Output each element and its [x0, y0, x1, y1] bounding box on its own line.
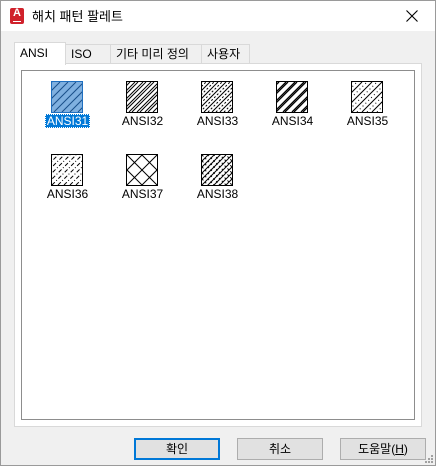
tab-other-predefined[interactable]: 기타 미리 정의 — [110, 44, 202, 63]
pattern-item-ansi32[interactable]: ANSI32 — [105, 77, 180, 137]
pattern-swatch-ansi32 — [126, 81, 158, 113]
title-bar: A 해치 패턴 팔레트 — [1, 1, 435, 31]
pattern-label: ANSI33 — [196, 114, 239, 128]
tab-custom[interactable]: 사용자 — [201, 44, 250, 63]
pattern-item-ansi35[interactable]: ANSI35 — [330, 77, 405, 137]
pattern-label: ANSI34 — [271, 114, 314, 128]
pattern-label: ANSI31 — [44, 114, 91, 128]
cancel-button[interactable]: 취소 — [237, 438, 323, 460]
tab-iso[interactable]: ISO — [65, 44, 111, 63]
pattern-item-ansi38[interactable]: ANSI38 — [180, 150, 255, 210]
pattern-label: ANSI38 — [196, 187, 239, 201]
window-title: 해치 패턴 팔레트 — [32, 9, 123, 24]
tab-panel: ANSI31 ANSI32 ANSI33 ANSI34 ANSI35 ANSI3… — [14, 63, 422, 427]
close-icon — [406, 10, 418, 22]
pattern-item-ansi33[interactable]: ANSI33 — [180, 77, 255, 137]
hatch-pattern-palette-dialog: A 해치 패턴 팔레트 ANSI ISO 기타 미리 정의 사용자 ANSI31… — [0, 0, 436, 466]
tab-ansi[interactable]: ANSI — [14, 42, 66, 65]
pattern-swatch-ansi34 — [276, 81, 308, 113]
help-label-prefix: 도움말( — [358, 442, 396, 456]
help-button[interactable]: 도움말(H) — [340, 438, 426, 460]
pattern-label: ANSI35 — [346, 114, 389, 128]
ok-button[interactable]: 확인 — [134, 438, 220, 460]
pattern-item-ansi34[interactable]: ANSI34 — [255, 77, 330, 137]
pattern-label: ANSI37 — [121, 187, 164, 201]
help-mnemonic: H — [395, 442, 404, 456]
pattern-item-ansi31[interactable]: ANSI31 — [30, 77, 105, 137]
pattern-list[interactable]: ANSI31 ANSI32 ANSI33 ANSI34 ANSI35 ANSI3… — [21, 70, 415, 420]
pattern-swatch-ansi33 — [201, 81, 233, 113]
autocad-icon: A — [10, 8, 24, 24]
pattern-label: ANSI32 — [121, 114, 164, 128]
pattern-swatch-ansi35 — [351, 81, 383, 113]
pattern-item-ansi37[interactable]: ANSI37 — [105, 150, 180, 210]
resize-grip-icon[interactable] — [423, 453, 433, 463]
help-label-suffix: ) — [403, 442, 408, 456]
pattern-swatch-ansi36 — [51, 154, 83, 186]
pattern-swatch-ansi37 — [126, 154, 158, 186]
close-button[interactable] — [389, 1, 435, 31]
pattern-swatch-ansi31 — [51, 81, 83, 113]
pattern-label: ANSI36 — [46, 187, 89, 201]
pattern-item-ansi36[interactable]: ANSI36 — [30, 150, 105, 210]
pattern-swatch-ansi38 — [201, 154, 233, 186]
